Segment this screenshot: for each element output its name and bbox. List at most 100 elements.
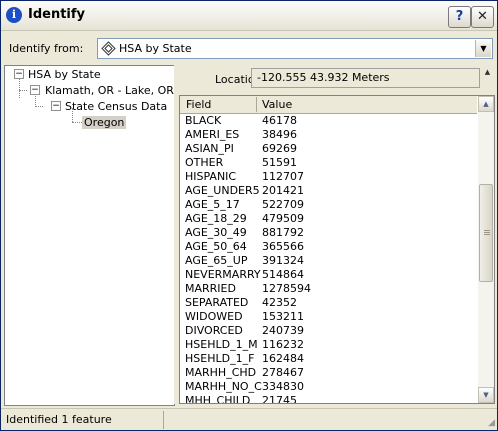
field-value: 38496 — [262, 128, 297, 141]
vertical-scrollbar[interactable]: ▲ ▼ — [478, 96, 494, 403]
field-name: MARRIED — [185, 282, 236, 295]
resize-grip-icon[interactable]: ◢ — [483, 417, 495, 429]
field-value: 334830 — [262, 380, 304, 393]
tree-connector — [72, 122, 82, 123]
table-row[interactable]: OTHER 51591 — [180, 156, 477, 170]
tree-item-label: Klamath, OR - Lake, OR — [45, 84, 174, 97]
tree-item-oregon[interactable]: Oregon — [82, 116, 127, 129]
field-name: AGE_50_64 — [185, 240, 247, 253]
field-value: 69269 — [262, 142, 297, 155]
field-name: HSEHLD_1_F — [185, 352, 255, 365]
scrollbar-thumb[interactable] — [479, 184, 493, 282]
table-row[interactable]: AGE_UNDER5 201421 — [180, 184, 477, 198]
field-value: 479509 — [262, 212, 304, 225]
table-row[interactable]: ASIAN_PI 69269 — [180, 142, 477, 156]
field-name: DIVORCED — [185, 324, 243, 337]
tree-item-hsa-by-state[interactable]: HSA by State — [28, 68, 101, 81]
field-value: 46178 — [262, 114, 297, 127]
field-value: 153211 — [262, 310, 304, 323]
field-name: MARHH_NO_C — [185, 380, 262, 393]
identify-from-label: Identify from: — [9, 42, 84, 55]
table-row[interactable]: AGE_30_49 881792 — [180, 226, 477, 240]
field-name: AGE_65_UP — [185, 254, 248, 267]
layer-icon — [101, 41, 116, 56]
field-value: 881792 — [262, 226, 304, 239]
pane-splitter[interactable] — [174, 65, 178, 404]
field-name: AGE_30_49 — [185, 226, 247, 239]
tree-item-label: HSA by State — [28, 68, 101, 81]
collapse-icon[interactable]: − — [51, 101, 61, 111]
column-header-field[interactable]: Field — [186, 98, 211, 111]
field-name: WIDOWED — [185, 310, 243, 323]
table-row[interactable]: HSEHLD_1_F 162484 — [180, 352, 477, 366]
table-row[interactable]: AGE_5_17 522709 — [180, 198, 477, 212]
field-name: AGE_5_17 — [185, 198, 240, 211]
window-title: Identify — [28, 7, 86, 22]
tree-connector — [19, 76, 20, 98]
table-row[interactable]: HSEHLD_1_M 116232 — [180, 338, 477, 352]
field-value: 112707 — [262, 170, 304, 183]
table-row[interactable]: AGE_50_64 365566 — [180, 240, 477, 254]
table-row[interactable]: MARHH_CHD 278467 — [180, 366, 477, 380]
status-bar: Identified 1 feature ◢ — [1, 408, 497, 430]
field-name: MHH_CHILD — [185, 394, 251, 404]
collapse-icon[interactable]: − — [14, 69, 24, 79]
field-name: BLACK — [185, 114, 222, 127]
title-bar[interactable]: i Identify ? ✕ — [1, 1, 497, 31]
help-button[interactable]: ? — [448, 6, 471, 28]
table-row[interactable]: HISPANIC 112707 — [180, 170, 477, 184]
table-row[interactable]: MHH_CHILD 21745 — [180, 394, 477, 404]
chevron-down-icon[interactable]: ▼ — [475, 40, 491, 57]
field-name: SEPARATED — [185, 296, 249, 309]
table-row[interactable]: NEVERMARRY 514864 — [180, 268, 477, 282]
table-row[interactable]: DIVORCED 240739 — [180, 324, 477, 338]
field-value: 51591 — [262, 156, 297, 169]
column-header-value[interactable]: Value — [262, 98, 292, 111]
table-row[interactable]: WIDOWED 153211 — [180, 310, 477, 324]
field-value: 201421 — [262, 184, 304, 197]
feature-tree: − HSA by State − Klamath, OR - Lake, OR … — [4, 65, 175, 406]
field-name: ASIAN_PI — [185, 142, 234, 155]
tree-item-klamath-lake[interactable]: Klamath, OR - Lake, OR — [45, 84, 174, 97]
table-row[interactable]: AMERI_ES 38496 — [180, 128, 477, 142]
attributes-pane: Location: -120.555 43.932 Meters ▲ Field… — [179, 65, 495, 404]
tree-item-state-census-data[interactable]: State Census Data — [65, 100, 167, 113]
field-value: 1278594 — [262, 282, 311, 295]
grid-rows: BLACK 46178 AMERI_ES 38496 ASIAN_PI 69269 OTHE… — [180, 114, 477, 404]
table-row[interactable]: SEPARATED 42352 — [180, 296, 477, 310]
tree-connector — [19, 90, 27, 91]
identify-window: i Identify ? ✕ Identify from: HSA by Sta… — [0, 0, 498, 431]
table-row[interactable]: BLACK 46178 — [180, 114, 477, 128]
tree-item-label: State Census Data — [65, 100, 168, 113]
arrow-down-icon[interactable]: ▼ — [478, 387, 494, 403]
field-value: 278467 — [262, 366, 304, 379]
grid-header: Field Value — [180, 96, 477, 114]
grip-line — [484, 230, 490, 231]
field-name: NEVERMARRY — [185, 268, 261, 281]
field-name: AGE_UNDER5 — [185, 184, 260, 197]
field-value: 522709 — [262, 198, 304, 211]
field-value: 42352 — [262, 296, 297, 309]
table-row[interactable]: MARRIED 1278594 — [180, 282, 477, 296]
field-value: 391324 — [262, 254, 304, 267]
column-divider[interactable] — [256, 97, 257, 112]
arrow-up-icon[interactable]: ▲ — [478, 96, 494, 112]
identify-from-value: HSA by State — [119, 42, 192, 55]
collapse-icon[interactable]: − — [30, 85, 40, 95]
field-name: MARHH_CHD — [185, 366, 257, 379]
table-row[interactable]: AGE_18_29 479509 — [180, 212, 477, 226]
identify-from-dropdown[interactable]: HSA by State ▼ — [97, 38, 493, 59]
field-name: HSEHLD_1_M — [185, 338, 258, 351]
table-row[interactable]: AGE_65_UP 391324 — [180, 254, 477, 268]
status-divider — [163, 411, 164, 429]
field-value: 240739 — [262, 324, 304, 337]
tree-connector — [35, 106, 43, 107]
grip-line — [484, 234, 490, 235]
field-value: 162484 — [262, 352, 304, 365]
close-button[interactable]: ✕ — [471, 6, 494, 28]
table-row[interactable]: MARHH_NO_C 334830 — [180, 380, 477, 394]
tree-item-label: Oregon — [82, 116, 127, 129]
field-value: 365566 — [262, 240, 304, 253]
info-icon: i — [6, 7, 22, 23]
location-expand-icon[interactable]: ▲ — [483, 68, 492, 77]
